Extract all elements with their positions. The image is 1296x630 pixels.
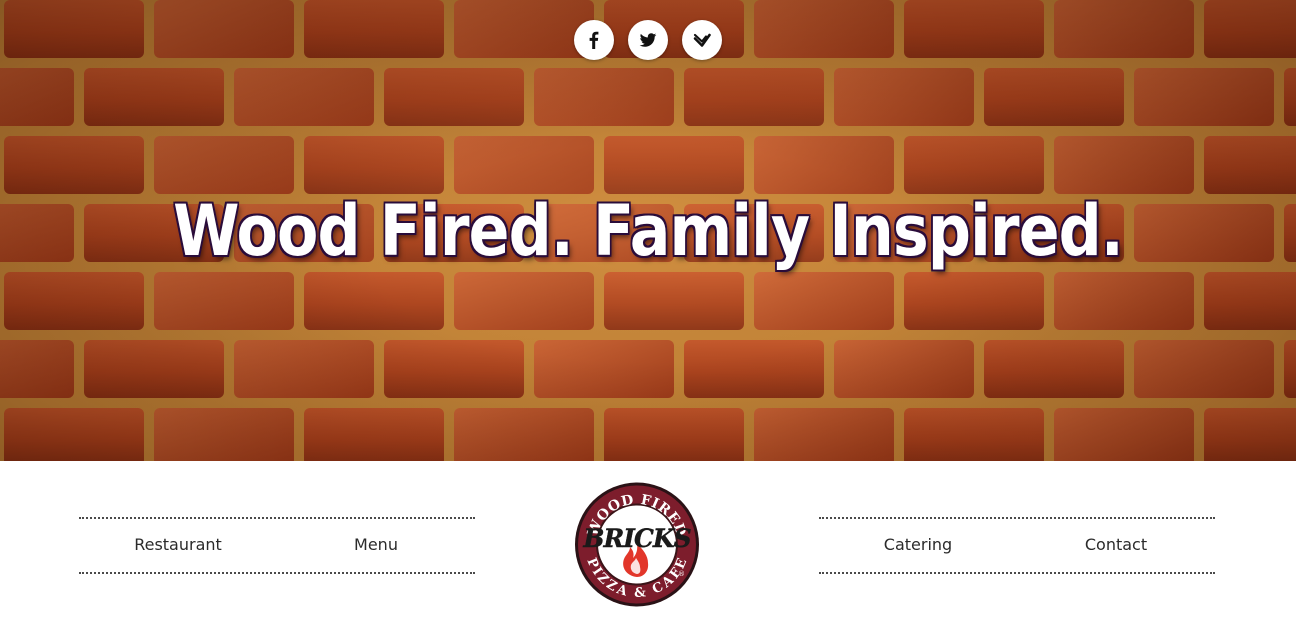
nav-link-contact[interactable]: Contact [1017, 535, 1215, 554]
twitter-icon [639, 33, 657, 47]
foursquare-button[interactable] [682, 20, 722, 60]
nav-link-menu[interactable]: Menu [277, 535, 475, 554]
twitter-button[interactable] [628, 20, 668, 60]
hero-banner: Wood Fired. Family Inspired. [0, 0, 1296, 461]
logo-brand-text: BRICKS [582, 524, 691, 553]
foursquare-icon [693, 33, 711, 47]
facebook-button[interactable] [574, 20, 614, 60]
social-links [574, 20, 722, 60]
nav-link-catering[interactable]: Catering [819, 535, 1017, 554]
facebook-icon [589, 31, 599, 49]
registered-mark: ® [678, 570, 685, 578]
bricks-logo-image: WOOD FIRED PIZZA & CAFE BRICKS ® [575, 482, 699, 607]
nav-group-right: Catering Contact [819, 517, 1215, 574]
hero-tagline: Wood Fired. Family Inspired. [173, 190, 1124, 272]
nav-link-restaurant[interactable]: Restaurant [79, 535, 277, 554]
nav-group-left: Restaurant Menu [79, 517, 475, 574]
bricks-logo[interactable]: WOOD FIRED PIZZA & CAFE BRICKS ® [574, 481, 700, 608]
